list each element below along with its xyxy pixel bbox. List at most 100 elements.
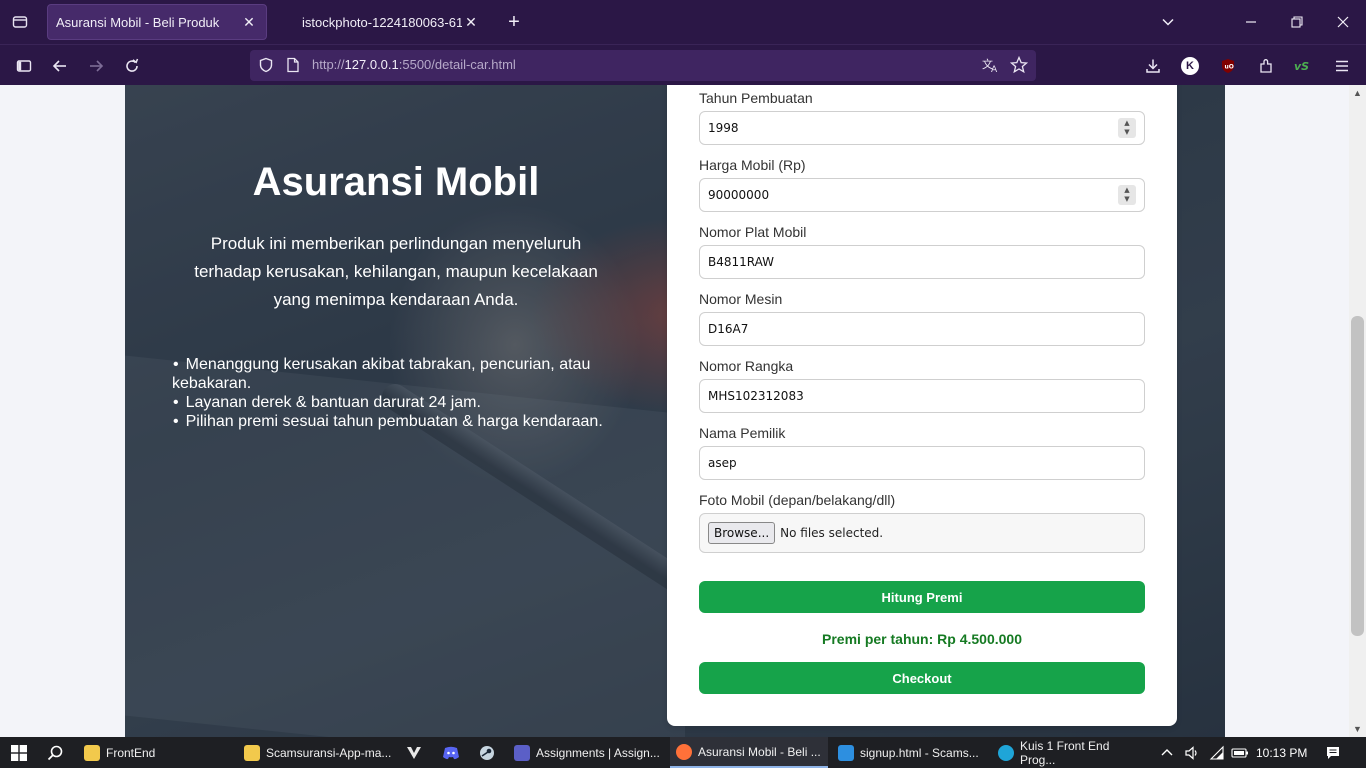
file-status: No files selected. <box>780 526 884 540</box>
year-label: Tahun Pembuatan <box>699 90 813 106</box>
tab-asuransi-mobil[interactable]: Asuransi Mobil - Beli Produk ✕ <box>47 4 267 40</box>
close-tab-icon[interactable]: ✕ <box>240 14 258 31</box>
wifi-icon[interactable] <box>1208 744 1226 762</box>
account-avatar[interactable]: K <box>1177 53 1203 79</box>
tab-istockphoto[interactable]: istockphoto-1224180063-612x6 ✕ <box>294 4 488 40</box>
year-value: 1998 <box>708 121 739 135</box>
taskbar-clock[interactable]: 10:13 PM <box>1256 737 1307 768</box>
notifications-icon[interactable] <box>1324 744 1342 762</box>
taskbar-item-firefox[interactable]: Asuransi Mobil - Beli ... <box>670 737 828 768</box>
bookmark-star-icon[interactable] <box>1009 55 1029 79</box>
hero-text: Asuransi Mobil Produk ini memberikan per… <box>125 85 667 737</box>
owner-input[interactable]: asep <box>699 446 1145 480</box>
translate-icon[interactable]: 文A <box>982 57 1000 78</box>
url-text[interactable]: http://127.0.0.1:5500/detail-car.html <box>312 57 516 72</box>
menu-icon[interactable] <box>1329 53 1355 79</box>
url-host: 127.0.0.1 <box>344 57 399 72</box>
windows-taskbar: FrontEnd Scamsuransi-App-ma... Assignmen… <box>0 737 1366 768</box>
taskbar-item-vscode[interactable]: signup.html - Scams... <box>832 737 982 768</box>
extension-ds-icon[interactable]: vS <box>1290 53 1316 79</box>
sidebar-toggle-icon[interactable] <box>11 53 37 79</box>
restore-icon[interactable] <box>1274 0 1320 44</box>
stepper-up-icon[interactable]: ▲ <box>1124 186 1129 195</box>
close-window-icon[interactable] <box>1320 0 1366 44</box>
tab-title: Asuransi Mobil - Beli Produk <box>56 14 220 30</box>
battery-icon[interactable] <box>1231 744 1249 762</box>
taskbar-item-scamsuransi[interactable]: Scamsuransi-App-ma... <box>238 737 398 768</box>
firefox-icon <box>676 743 692 760</box>
url-path: :5500/detail-car.html <box>398 57 516 72</box>
tab-title: istockphoto-1224180063-612x6 <box>302 14 462 30</box>
tab-list-icon[interactable] <box>0 0 40 44</box>
vortex-icon[interactable] <box>405 744 423 762</box>
price-stepper[interactable]: ▲ ▼ <box>1118 185 1136 205</box>
year-input[interactable]: 1998 ▲ ▼ <box>699 111 1145 145</box>
engine-value: D16A7 <box>708 322 749 336</box>
price-label: Harga Mobil (Rp) <box>699 157 806 173</box>
scroll-down-icon[interactable]: ▼ <box>1349 721 1366 737</box>
insurance-form-card: Tahun Pembuatan 1998 ▲ ▼ Harga Mobil (Rp)… <box>667 85 1177 726</box>
svg-text:A: A <box>991 65 998 73</box>
engine-input[interactable]: D16A7 <box>699 312 1145 346</box>
volume-icon[interactable] <box>1183 744 1201 762</box>
owner-value: asep <box>708 456 737 470</box>
price-input[interactable]: 90000000 ▲ ▼ <box>699 178 1145 212</box>
minimize-icon[interactable] <box>1228 0 1274 44</box>
close-tab-icon[interactable]: ✕ <box>462 14 480 31</box>
windows-start-icon[interactable] <box>10 744 28 762</box>
benefit-item: Menanggung kerusakan akibat tabrakan, pe… <box>172 355 622 393</box>
browser-tab-bar: Asuransi Mobil - Beli Produk ✕ istockpho… <box>0 0 1366 44</box>
discord-icon[interactable] <box>442 744 460 762</box>
page-icon[interactable] <box>286 57 300 78</box>
new-tab-icon[interactable]: + <box>502 10 526 34</box>
downloads-icon[interactable] <box>1140 53 1166 79</box>
hero-title: Asuransi Mobil <box>252 160 540 204</box>
price-value: 90000000 <box>708 188 770 202</box>
ublock-icon[interactable]: uO <box>1215 53 1241 79</box>
taskbar-item-teams[interactable]: Assignments | Assign... <box>508 737 664 768</box>
account-initial: K <box>1181 57 1199 75</box>
plate-input[interactable]: B4811RAW <box>699 245 1145 279</box>
chevron-down-icon[interactable] <box>1145 0 1191 44</box>
taskbar-item-label: Asuransi Mobil - Beli ... <box>698 744 821 759</box>
chassis-input[interactable]: MHS102312083 <box>699 379 1145 413</box>
search-icon[interactable] <box>46 744 64 762</box>
chassis-label: Nomor Rangka <box>699 358 794 374</box>
steam-icon[interactable] <box>478 744 496 762</box>
url-scheme: http:// <box>312 57 345 72</box>
page-scrollbar[interactable]: ▲ ▼ <box>1349 85 1366 737</box>
premium-result: Premi per tahun: Rp 4.500.000 <box>822 631 1022 647</box>
tray-chevron-up-icon[interactable] <box>1158 744 1176 762</box>
browse-button[interactable]: Browse... <box>708 522 776 544</box>
folder-icon <box>84 744 100 761</box>
calculate-premium-button[interactable]: Hitung Premi <box>699 581 1145 613</box>
stepper-up-icon[interactable]: ▲ <box>1124 119 1129 128</box>
checkout-button[interactable]: Checkout <box>699 662 1145 694</box>
extensions-icon[interactable] <box>1253 53 1279 79</box>
taskbar-item-frontend[interactable]: FrontEnd <box>78 737 228 768</box>
photo-label: Foto Mobil (depan/belakang/dll) <box>699 492 896 508</box>
back-icon[interactable] <box>47 53 73 79</box>
plate-value: B4811RAW <box>708 255 775 269</box>
taskbar-item-label: FrontEnd <box>106 745 156 760</box>
stepper-down-icon[interactable]: ▼ <box>1124 128 1129 137</box>
taskbar-item-label: signup.html - Scams... <box>860 745 979 760</box>
taskbar-item-edge[interactable]: Kuis 1 Front End Prog... <box>992 737 1147 768</box>
folder-icon <box>244 744 260 761</box>
hero-description: Produk ini memberikan perlindungan menye… <box>194 234 598 309</box>
stepper-down-icon[interactable]: ▼ <box>1124 195 1129 204</box>
scroll-up-icon[interactable]: ▲ <box>1349 85 1366 101</box>
shield-icon[interactable] <box>258 57 274 78</box>
benefit-list: Menanggung kerusakan akibat tabrakan, pe… <box>172 355 622 431</box>
chassis-value: MHS102312083 <box>708 389 804 403</box>
year-stepper[interactable]: ▲ ▼ <box>1118 118 1136 138</box>
scroll-thumb[interactable] <box>1351 316 1364 636</box>
vscode-icon <box>838 744 854 761</box>
forward-icon[interactable] <box>83 53 109 79</box>
address-bar[interactable]: http://127.0.0.1:5500/detail-car.html 文A <box>250 50 1036 81</box>
photo-file-input[interactable]: Browse... No files selected. <box>699 513 1145 553</box>
taskbar-item-label: Scamsuransi-App-ma... <box>266 745 392 760</box>
browser-nav-bar: http://127.0.0.1:5500/detail-car.html 文A… <box>0 44 1366 85</box>
reload-icon[interactable] <box>119 53 145 79</box>
page-viewport: Asuransi Mobil Produk ini memberikan per… <box>0 85 1366 737</box>
